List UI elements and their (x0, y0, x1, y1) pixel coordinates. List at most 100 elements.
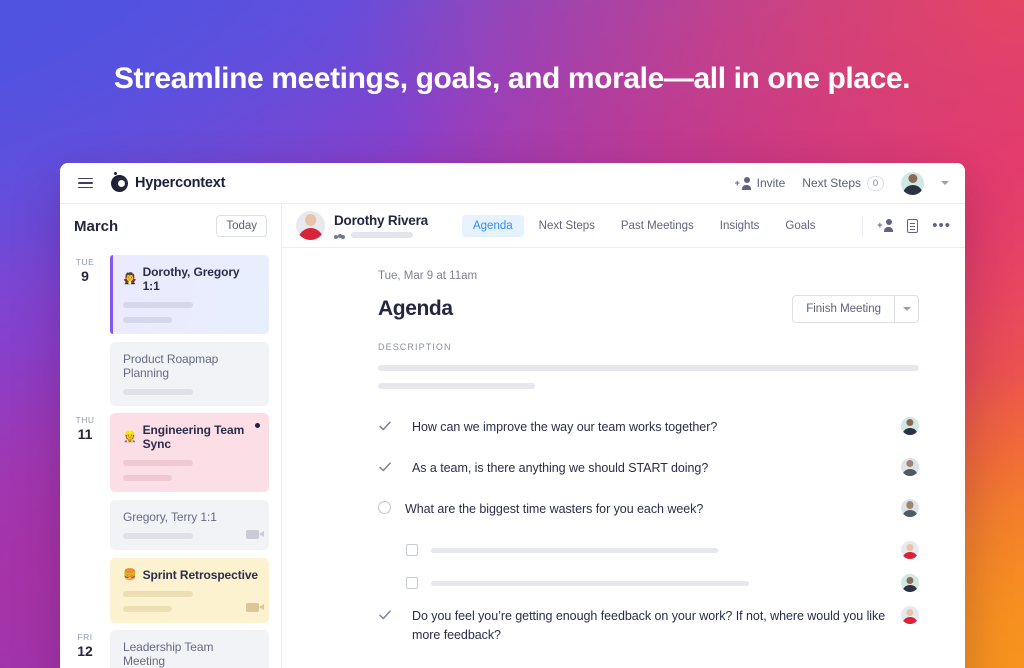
meeting-card[interactable]: Gregory, Terry 1:1 (110, 500, 269, 550)
meeting-card[interactable]: Leadership Team Meeting (110, 630, 269, 668)
meeting-emoji-icon: 🧛 (123, 272, 137, 285)
checkmark-icon[interactable] (378, 608, 392, 622)
invite-label: Invite (756, 176, 786, 190)
subitem-avatar[interactable] (901, 574, 919, 593)
tab-agenda[interactable]: Agenda (461, 214, 524, 237)
topbar-actions: + Invite Next Steps 0 (735, 171, 949, 195)
meeting-tabs[interactable]: Agenda Next Steps Past Meetings Insights Goa… (461, 214, 826, 237)
meeting-card-title-row: 🍔 Sprint Retrospective (123, 568, 258, 582)
meeting-header-actions: + ••• (850, 215, 951, 236)
unread-dot-icon (255, 423, 260, 428)
meeting-emoji-icon: 👷 (123, 430, 137, 443)
next-steps-label: Next Steps (802, 176, 861, 190)
chevron-down-icon[interactable] (941, 181, 949, 185)
month-label: March (74, 217, 119, 235)
day-meetings: 🧛 Dorothy, Gregory 1:1 Product Roapmap Pla… (110, 248, 269, 406)
user-avatar[interactable] (901, 171, 924, 195)
checkbox-icon[interactable] (406, 544, 418, 557)
agenda-item-text[interactable]: As a team, is there anything we should S… (398, 459, 887, 477)
meeting-card-placeholder-line (123, 533, 194, 539)
subitem-placeholder-line (431, 580, 750, 586)
checkbox-icon[interactable] (406, 577, 418, 590)
meeting-card[interactable]: Product Roapmap Planning (110, 342, 269, 406)
meeting-card-placeholder-line (123, 606, 172, 612)
description-label: DESCRIPTION (378, 342, 452, 352)
agenda-item-avatar[interactable] (901, 606, 919, 625)
agenda-subitem (378, 541, 919, 560)
meeting-list[interactable]: TUE 9 🧛 Dorothy, Gregory 1:1 Product Roapmap… (60, 248, 281, 668)
marketing-headline: Streamline meetings, goals, and morale—a… (113, 62, 911, 95)
finish-meeting-dropdown[interactable] (894, 296, 918, 322)
agenda-item-avatar[interactable] (901, 458, 919, 477)
hamburger-menu-icon[interactable] (78, 177, 93, 189)
meeting-card-title: Product Roapmap Planning (123, 352, 219, 380)
checkmark-icon[interactable] (378, 419, 392, 433)
meeting-participant[interactable]: Dorothy Rivera (296, 211, 428, 240)
chevron-down-icon (902, 307, 911, 311)
day-label: FRI 12 (60, 623, 110, 668)
agenda-item-avatar[interactable] (901, 417, 919, 435)
meeting-card[interactable]: 🍔 Sprint Retrospective (110, 558, 269, 623)
day-number: 9 (81, 268, 89, 284)
meeting-card-title-row: 🧛 Dorothy, Gregory 1:1 (123, 265, 258, 293)
notes-document-button[interactable] (907, 218, 919, 233)
document-icon (907, 218, 919, 233)
participant-avatar (296, 211, 325, 240)
meeting-card-placeholder-line (123, 475, 172, 481)
people-icon (334, 231, 345, 239)
agenda-item-block: As a team, is there anything we should S… (378, 458, 919, 477)
add-participant-button[interactable]: + (877, 219, 894, 232)
agenda-item-list: How can we improve the way our team work… (378, 417, 919, 644)
video-camera-icon (246, 530, 264, 539)
tab-goals[interactable]: Goals (774, 215, 826, 237)
agenda-item: Do you feel you’re getting enough feedba… (378, 606, 919, 643)
more-options-button[interactable]: ••• (932, 218, 951, 233)
day-group: TUE 9 🧛 Dorothy, Gregory 1:1 Product Roapmap… (60, 248, 281, 406)
agenda-subitem (378, 574, 919, 593)
meeting-card-title: Gregory, Terry 1:1 (123, 510, 217, 524)
meeting-card-title: Dorothy, Gregory 1:1 (142, 265, 240, 293)
checkmark-icon[interactable] (378, 460, 392, 474)
day-number: 12 (77, 643, 93, 659)
day-label: THU 11 (60, 406, 110, 623)
agenda-item-text[interactable]: How can we improve the way our team work… (398, 418, 887, 436)
agenda-item-block: What are the biggest time wasters for yo… (378, 499, 919, 593)
participant-meta-placeholder (351, 231, 413, 238)
unchecked-circle-icon[interactable] (378, 501, 391, 515)
meeting-main-panel: Dorothy Rivera Agenda Next Steps Past Meet… (282, 204, 965, 668)
agenda-subitem-list (378, 541, 919, 593)
finish-meeting-button[interactable]: Finish Meeting (793, 296, 894, 322)
day-meetings: 👷 Engineering Team Sync Gregory, Terry 1:1… (110, 406, 269, 623)
promo-banner: Streamline meetings, goals, and morale—a… (0, 0, 1024, 668)
agenda-heading: Agenda (378, 297, 453, 320)
agenda-item: What are the biggest time wasters for yo… (378, 499, 919, 518)
agenda-item: As a team, is there anything we should S… (378, 458, 919, 477)
meeting-card-placeholder-line (123, 389, 194, 395)
tab-next-steps[interactable]: Next Steps (528, 215, 606, 237)
add-person-icon: + (735, 176, 751, 190)
invite-button[interactable]: + Invite (735, 176, 786, 190)
add-person-icon: + (877, 219, 894, 232)
tab-insights[interactable]: Insights (709, 215, 771, 237)
agenda-item-text[interactable]: Do you feel you’re getting enough feedba… (398, 607, 887, 643)
day-of-week: FRI (77, 632, 93, 642)
brand-logo[interactable]: Hypercontext (111, 171, 225, 192)
tab-past-meetings[interactable]: Past Meetings (610, 215, 705, 237)
meeting-card-title: Engineering Team Sync (142, 423, 245, 451)
meeting-card[interactable]: 👷 Engineering Team Sync (110, 413, 269, 492)
subitem-avatar[interactable] (901, 541, 919, 560)
today-button[interactable]: Today (216, 215, 267, 237)
meeting-card[interactable]: 🧛 Dorothy, Gregory 1:1 (110, 255, 269, 334)
video-camera-icon (246, 603, 264, 612)
description-placeholder-line (378, 383, 535, 389)
sidebar-header: March Today (60, 204, 281, 248)
agenda-item-avatar[interactable] (901, 499, 919, 518)
finish-meeting-group: Finish Meeting (792, 295, 919, 323)
meeting-card-placeholder-line (123, 591, 194, 597)
day-of-week: TUE (75, 257, 95, 267)
next-steps-button[interactable]: Next Steps 0 (802, 175, 884, 191)
meeting-header: Dorothy Rivera Agenda Next Steps Past Meet… (282, 204, 965, 248)
hypercontext-logo-icon (111, 171, 128, 192)
agenda-item-text[interactable]: What are the biggest time wasters for yo… (391, 500, 887, 518)
meeting-card-title: Leadership Team Meeting (123, 640, 214, 668)
